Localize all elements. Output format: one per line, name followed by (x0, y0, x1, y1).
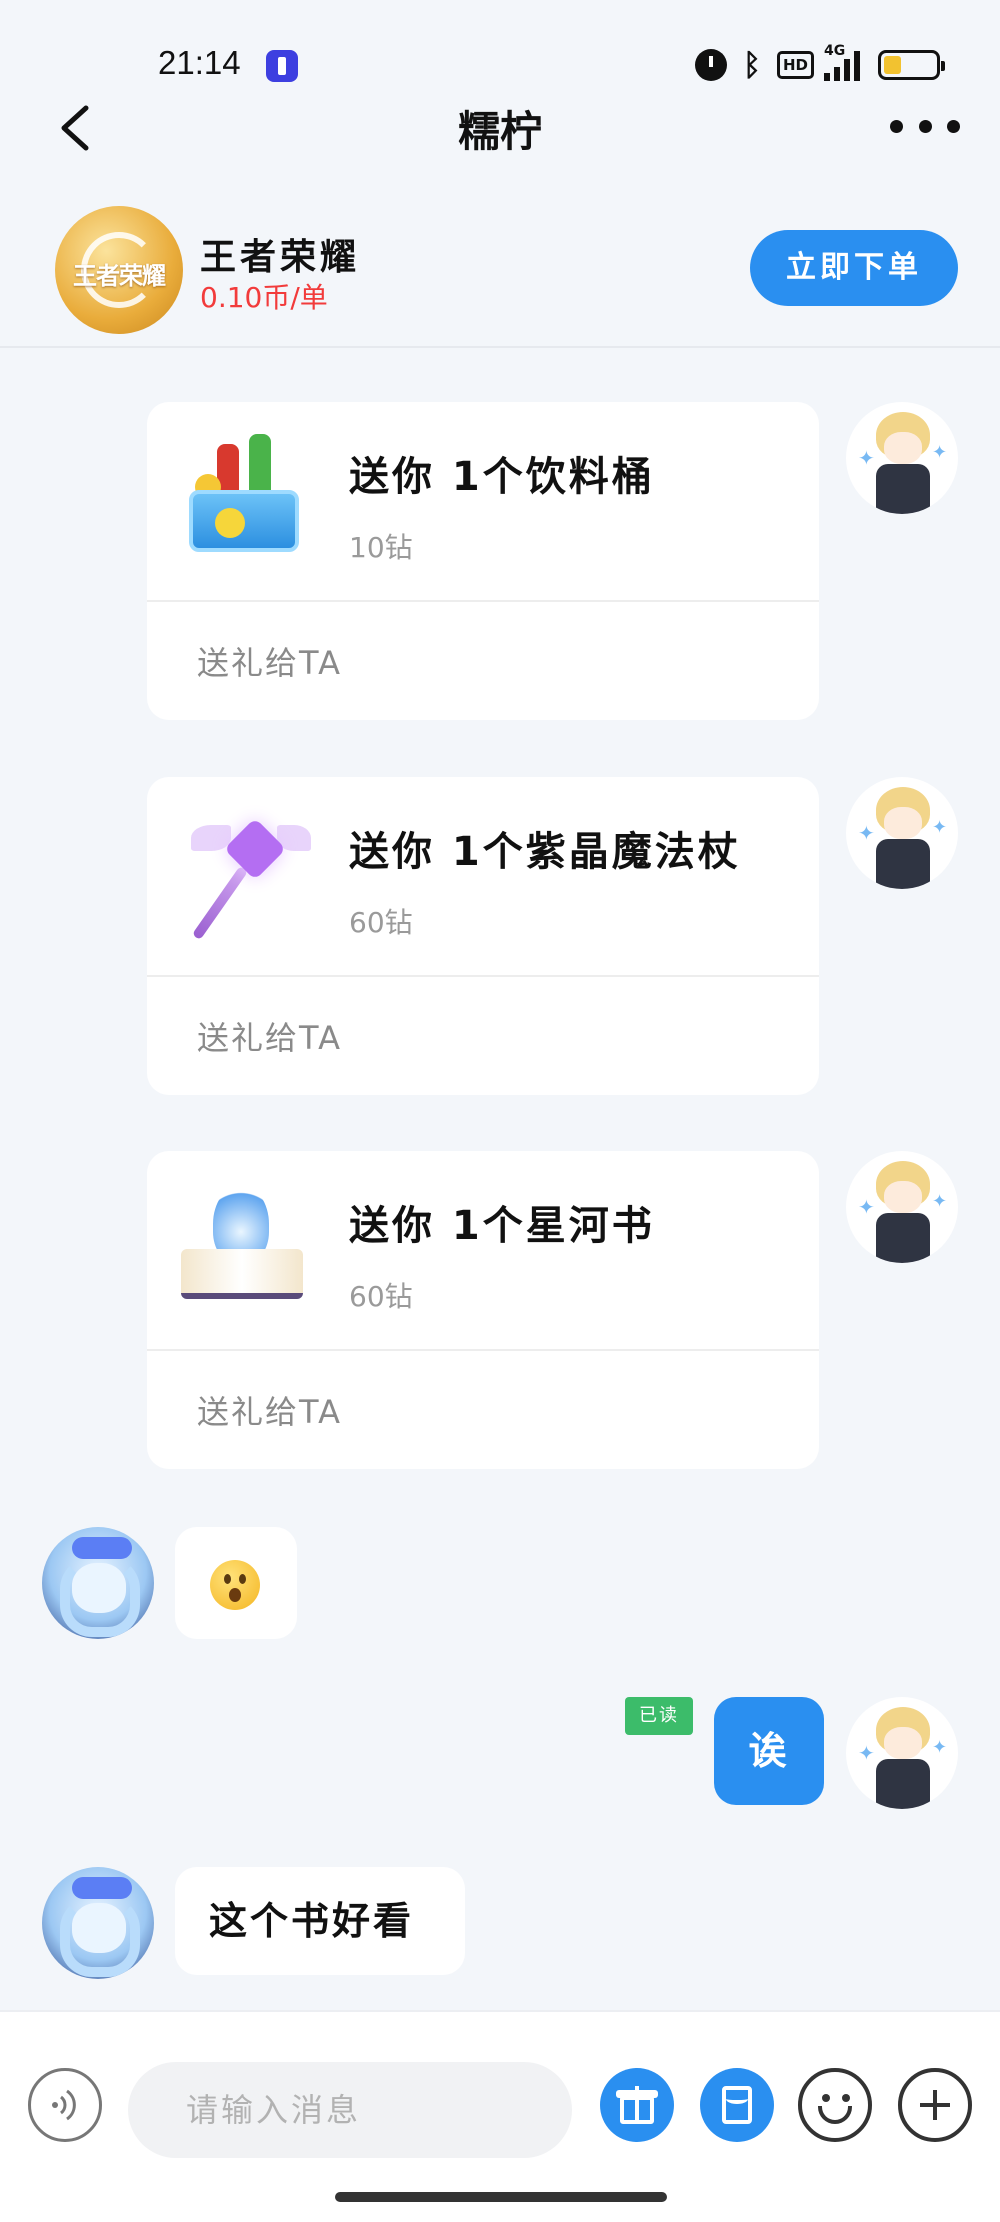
divider (147, 975, 819, 977)
avatar[interactable] (42, 1867, 154, 1979)
hd-icon: HD (776, 51, 814, 79)
network-type: 4G (824, 43, 846, 59)
read-status-badge: 已读 (625, 1697, 693, 1735)
gift-cost: 10钻 (349, 531, 413, 564)
gift-cost: 60钻 (349, 906, 413, 939)
status-bar: 21:14 ᛒ HD 4G (0, 0, 1000, 110)
gift-message-card: 送你 1个紫晶魔法杖 60钻 送礼给TA (147, 777, 819, 1095)
gift-message-card: 送你 1个星河书 60钻 送礼给TA (147, 1151, 819, 1469)
emoji-message-bubble (175, 1527, 297, 1639)
game-logo-text: 王者荣耀 (73, 262, 166, 290)
status-time: 21:14 (158, 44, 241, 81)
gift-cost: 60钻 (349, 1280, 413, 1313)
flashlight-icon (266, 50, 298, 82)
status-icons: ᛒ HD 4G (694, 43, 945, 84)
avatar[interactable]: ✦ ✦ (846, 1697, 958, 1809)
more-button[interactable] (890, 106, 960, 146)
send-gift-link[interactable]: 送礼给TA (197, 1387, 342, 1433)
more-horizontal-icon (890, 119, 903, 133)
order-now-button[interactable]: 立即下单 (750, 230, 958, 306)
gift-title: 送你 1个饮料桶 (349, 454, 655, 500)
avatar[interactable]: ✦ ✦ (846, 777, 958, 889)
chat-title: 糯柠 (457, 107, 542, 156)
battery-icon (878, 50, 945, 80)
game-price: 0.10币/单 (200, 281, 328, 314)
message-input[interactable] (128, 2062, 572, 2158)
avatar[interactable]: ✦ ✦ (846, 402, 958, 514)
game-logo[interactable]: 王者荣耀 (55, 206, 183, 334)
voice-icon (52, 2089, 76, 2121)
plus-button[interactable] (898, 2068, 972, 2142)
divider (147, 1349, 819, 1351)
message-input-bar (0, 2010, 1000, 2222)
send-gift-link[interactable]: 送礼给TA (197, 1013, 342, 1059)
magic-wand-icon (177, 805, 311, 941)
text-message-bubble: 这个书好看 (175, 1867, 465, 1975)
signal-4g-icon: 4G (824, 43, 860, 81)
surprised-face-emoji (210, 1560, 260, 1610)
drink-cooler-icon (177, 430, 307, 560)
send-gift-link[interactable]: 送礼给TA (197, 638, 342, 684)
game-header: 王者荣耀 王者荣耀 0.10币/单 立即下单 (0, 198, 1000, 348)
emoji-button[interactable] (798, 2068, 872, 2142)
home-indicator (335, 2192, 667, 2202)
divider (147, 600, 819, 602)
gift-message-card: 送你 1个饮料桶 10钻 送礼给TA (147, 402, 819, 720)
avatar[interactable] (42, 1527, 154, 1639)
galaxy-book-icon (177, 1179, 307, 1309)
gift-button[interactable] (600, 2068, 674, 2142)
text-message-bubble: 诶 (714, 1697, 824, 1805)
red-packet-button[interactable] (700, 2068, 774, 2142)
alarm-icon (694, 49, 727, 81)
game-name: 王者荣耀 (200, 237, 361, 278)
voice-button[interactable] (28, 2068, 102, 2142)
bluetooth-icon: ᛒ (742, 47, 761, 83)
avatar[interactable]: ✦ ✦ (846, 1151, 958, 1263)
gift-title: 送你 1个星河书 (349, 1203, 655, 1249)
gift-title: 送你 1个紫晶魔法杖 (349, 829, 741, 875)
